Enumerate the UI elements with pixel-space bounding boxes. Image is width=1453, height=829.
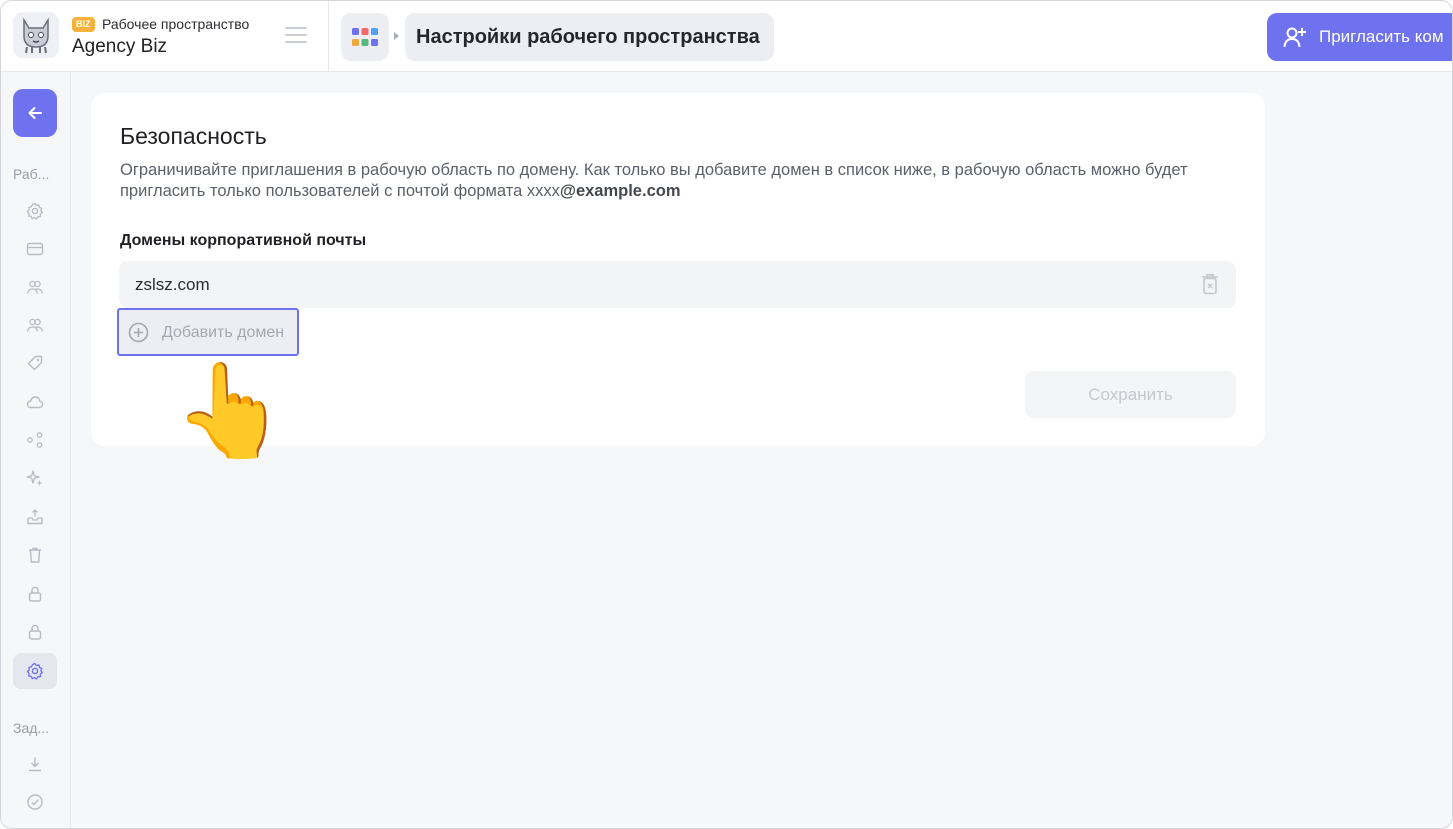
apps-grid-icon bbox=[352, 28, 378, 46]
trash-icon bbox=[29, 547, 41, 563]
gear-icon bbox=[26, 662, 44, 680]
breadcrumb-current-page: Настройки рабочего пространства bbox=[405, 13, 774, 61]
sidebar-item-general[interactable] bbox=[13, 193, 57, 229]
users-icon bbox=[26, 318, 44, 332]
tag-icon bbox=[27, 355, 43, 371]
gear-icon bbox=[26, 202, 44, 220]
sidebar-item-completed[interactable] bbox=[13, 784, 57, 820]
cat-mascot-icon bbox=[23, 17, 49, 54]
sidebar-item-storage[interactable] bbox=[13, 384, 57, 420]
inbox-icon bbox=[27, 509, 43, 525]
sidebar-item-downloads[interactable] bbox=[13, 746, 57, 782]
sidebar-section-workspace: Раб... bbox=[13, 166, 50, 182]
check-circle-icon bbox=[27, 794, 43, 810]
sidebar-item-ai[interactable] bbox=[13, 460, 57, 496]
card-icon bbox=[26, 242, 44, 256]
invite-button-label: Пригласить ком bbox=[1319, 27, 1444, 46]
sidebar-item-members[interactable] bbox=[13, 269, 57, 305]
sidebar-item-tags[interactable] bbox=[13, 345, 57, 381]
domains-label: Домены корпоративной почты bbox=[120, 232, 367, 249]
save-button[interactable]: Сохранить bbox=[1025, 371, 1236, 418]
plus-circle-icon bbox=[128, 322, 149, 343]
top-bar: BIZ Рабочее пространство Agency Biz Наст… bbox=[1, 1, 1452, 72]
pointing-hand-cursor-icon: 👆 bbox=[173, 360, 288, 462]
users-icon bbox=[26, 280, 44, 294]
add-domain-button[interactable]: Добавить домен bbox=[117, 308, 299, 356]
sidebar-item-groups[interactable] bbox=[13, 307, 57, 343]
share-icon bbox=[27, 432, 43, 448]
invite-button[interactable]: Пригласить ком bbox=[1267, 13, 1452, 61]
delete-domain-icon[interactable] bbox=[1200, 273, 1220, 295]
app-window: BIZ Рабочее пространство Agency Biz Наст… bbox=[0, 0, 1453, 829]
workspace-name[interactable]: Agency Biz bbox=[72, 36, 167, 58]
sidebar-item-integrations[interactable] bbox=[13, 422, 57, 458]
sidebar-item-trash[interactable] bbox=[13, 537, 57, 573]
menu-icon[interactable] bbox=[285, 27, 309, 45]
breadcrumb-chevron-icon bbox=[394, 32, 399, 40]
arrow-left-icon bbox=[28, 107, 42, 119]
apps-button[interactable] bbox=[341, 13, 389, 61]
lock-icon bbox=[28, 586, 42, 602]
sidebar-item-import[interactable] bbox=[13, 499, 57, 535]
back-button[interactable] bbox=[13, 89, 57, 137]
section-description: Ограничивайте приглашения в рабочую обла… bbox=[120, 160, 1245, 202]
sparkle-icon bbox=[26, 470, 43, 486]
sidebar-item-access[interactable] bbox=[13, 614, 57, 650]
cloud-icon bbox=[26, 396, 44, 409]
add-domain-label: Добавить домен bbox=[162, 324, 285, 341]
workspace-plan-badge: BIZ bbox=[72, 17, 95, 32]
domain-row[interactable]: zslsz.com bbox=[119, 261, 1236, 308]
add-user-icon bbox=[1283, 27, 1306, 48]
workspace-avatar[interactable] bbox=[13, 12, 59, 58]
sidebar-item-security[interactable] bbox=[13, 653, 57, 689]
description-domain-example: @example.com bbox=[559, 182, 681, 200]
download-icon bbox=[29, 757, 41, 772]
sidebar-section-tasks: Зад... bbox=[13, 720, 50, 736]
lock-icon bbox=[28, 624, 42, 640]
section-title: Безопасность bbox=[120, 123, 267, 149]
domain-value[interactable]: zslsz.com bbox=[135, 275, 210, 295]
sidebar: Раб... Зад... bbox=[1, 72, 71, 828]
sidebar-item-permissions[interactable] bbox=[13, 576, 57, 612]
top-divider bbox=[328, 1, 329, 72]
sidebar-item-billing[interactable] bbox=[13, 231, 57, 267]
workspace-label: Рабочее пространство bbox=[102, 16, 250, 32]
